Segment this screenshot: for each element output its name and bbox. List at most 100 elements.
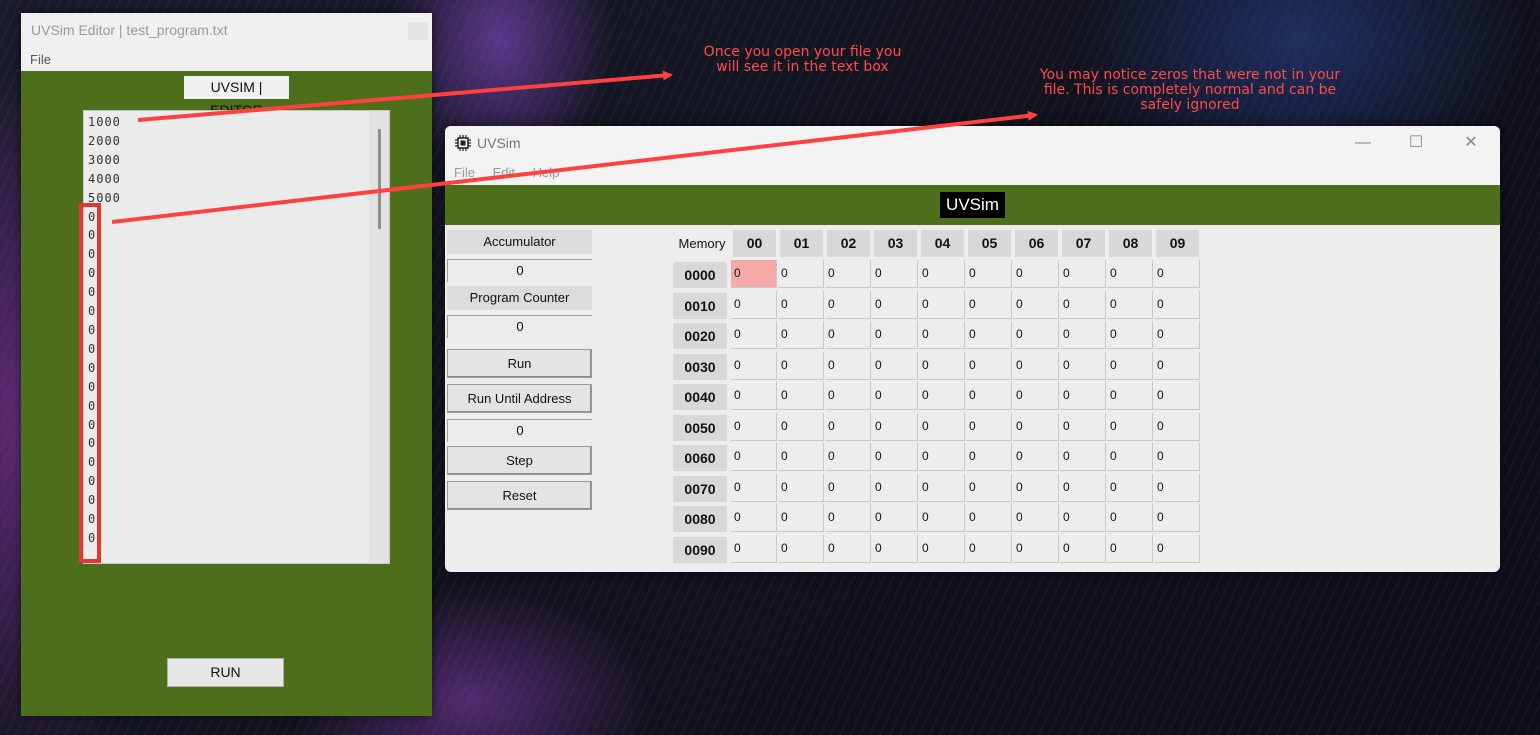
memory-cell[interactable]: 0 [872, 382, 918, 410]
memory-cell[interactable]: 0 [1107, 504, 1153, 532]
memory-cell[interactable]: 0 [731, 504, 777, 532]
memory-cell[interactable]: 0 [966, 504, 1012, 532]
editor-menu-file[interactable]: File [30, 52, 51, 67]
run-until-address-button[interactable]: Run Until Address [447, 384, 592, 413]
reset-button[interactable]: Reset [447, 481, 592, 510]
memory-cell[interactable]: 0 [1013, 412, 1059, 441]
memory-cell[interactable]: 0 [1107, 534, 1153, 563]
memory-cell[interactable]: 0 [825, 321, 871, 349]
memory-cell[interactable]: 0 [1107, 473, 1153, 502]
memory-cell[interactable]: 0 [919, 260, 965, 288]
memory-cell[interactable]: 0 [1107, 412, 1153, 441]
memory-cell[interactable]: 0 [825, 260, 871, 288]
memory-cell[interactable]: 0 [778, 534, 824, 563]
memory-cell[interactable]: 0 [825, 534, 871, 563]
memory-cell[interactable]: 0 [731, 443, 777, 471]
editor-scrollbar[interactable] [369, 111, 389, 563]
editor-scroll-thumb[interactable] [378, 129, 381, 229]
memory-cell[interactable]: 0 [872, 412, 918, 441]
memory-cell[interactable]: 0 [872, 321, 918, 349]
close-icon[interactable]: ✕ [1453, 132, 1489, 154]
memory-cell[interactable]: 0 [1013, 351, 1059, 380]
memory-cell[interactable]: 0 [966, 290, 1012, 319]
memory-cell[interactable]: 0 [1013, 260, 1059, 288]
editor-run-button[interactable]: RUN [167, 658, 284, 687]
memory-cell[interactable]: 0 [1154, 504, 1200, 532]
memory-cell[interactable]: 0 [1060, 260, 1106, 288]
memory-cell[interactable]: 0 [1154, 260, 1200, 288]
memory-cell[interactable]: 0 [778, 290, 824, 319]
run-until-address-input[interactable]: 0 [447, 419, 592, 442]
memory-cell[interactable]: 0 [825, 382, 871, 410]
memory-cell[interactable]: 0 [1107, 382, 1153, 410]
memory-cell[interactable]: 0 [1060, 321, 1106, 349]
memory-cell[interactable]: 0 [966, 382, 1012, 410]
memory-cell[interactable]: 0 [731, 412, 777, 441]
memory-cell[interactable]: 0 [1154, 321, 1200, 349]
memory-cell[interactable]: 0 [919, 473, 965, 502]
memory-cell[interactable]: 0 [966, 534, 1012, 563]
menu-file[interactable]: File [454, 165, 475, 180]
memory-cell[interactable]: 0 [872, 351, 918, 380]
memory-cell[interactable]: 0 [1060, 534, 1106, 563]
memory-cell[interactable]: 0 [778, 443, 824, 471]
memory-cell[interactable]: 0 [731, 260, 777, 288]
memory-cell[interactable]: 0 [825, 504, 871, 532]
memory-cell[interactable]: 0 [778, 473, 824, 502]
editor-text-box[interactable]: 1000 2000 3000 4000 5000 0 0 0 0 0 0 0 0 0 0 0 0 0 0 0 0 0 0 [83, 110, 390, 564]
memory-cell[interactable]: 0 [825, 290, 871, 319]
memory-cell[interactable]: 0 [825, 443, 871, 471]
memory-cell[interactable]: 0 [966, 473, 1012, 502]
memory-cell[interactable]: 0 [1107, 321, 1153, 349]
memory-cell[interactable]: 0 [1060, 473, 1106, 502]
memory-cell[interactable]: 0 [1013, 504, 1059, 532]
memory-cell[interactable]: 0 [731, 473, 777, 502]
memory-cell[interactable]: 0 [1013, 321, 1059, 349]
memory-cell[interactable]: 0 [1013, 534, 1059, 563]
memory-cell[interactable]: 0 [872, 504, 918, 532]
memory-cell[interactable]: 0 [1107, 290, 1153, 319]
memory-cell[interactable]: 0 [1013, 290, 1059, 319]
memory-cell[interactable]: 0 [1154, 290, 1200, 319]
maximize-icon[interactable]: ☐ [1398, 132, 1434, 154]
memory-cell[interactable]: 0 [919, 382, 965, 410]
memory-cell[interactable]: 0 [1060, 412, 1106, 441]
memory-cell[interactable]: 0 [825, 351, 871, 380]
menu-help[interactable]: Help [533, 165, 560, 180]
memory-cell[interactable]: 0 [1154, 351, 1200, 380]
memory-cell[interactable]: 0 [1060, 290, 1106, 319]
memory-cell[interactable]: 0 [731, 382, 777, 410]
memory-cell[interactable]: 0 [919, 351, 965, 380]
memory-cell[interactable]: 0 [778, 504, 824, 532]
memory-cell[interactable]: 0 [731, 290, 777, 319]
memory-cell[interactable]: 0 [1154, 443, 1200, 471]
memory-cell[interactable]: 0 [778, 351, 824, 380]
editor-close-button[interactable] [408, 22, 428, 40]
memory-cell[interactable]: 0 [778, 321, 824, 349]
memory-cell[interactable]: 0 [1013, 443, 1059, 471]
memory-cell[interactable]: 0 [919, 443, 965, 471]
memory-cell[interactable]: 0 [966, 260, 1012, 288]
memory-cell[interactable]: 0 [966, 412, 1012, 441]
memory-cell[interactable]: 0 [1013, 473, 1059, 502]
memory-cell[interactable]: 0 [1060, 351, 1106, 380]
memory-cell[interactable]: 0 [872, 534, 918, 563]
memory-cell[interactable]: 0 [919, 504, 965, 532]
memory-cell[interactable]: 0 [1107, 351, 1153, 380]
memory-cell[interactable]: 0 [731, 351, 777, 380]
memory-cell[interactable]: 0 [1060, 382, 1106, 410]
memory-cell[interactable]: 0 [1154, 473, 1200, 502]
memory-cell[interactable]: 0 [872, 290, 918, 319]
memory-cell[interactable]: 0 [731, 534, 777, 563]
memory-cell[interactable]: 0 [825, 412, 871, 441]
memory-cell[interactable]: 0 [919, 321, 965, 349]
memory-cell[interactable]: 0 [825, 473, 871, 502]
memory-cell[interactable]: 0 [778, 412, 824, 441]
memory-cell[interactable]: 0 [966, 443, 1012, 471]
run-button[interactable]: Run [447, 349, 592, 378]
memory-cell[interactable]: 0 [1107, 260, 1153, 288]
memory-cell[interactable]: 0 [872, 443, 918, 471]
memory-cell[interactable]: 0 [1154, 382, 1200, 410]
minimize-icon[interactable]: — [1345, 132, 1381, 154]
memory-cell[interactable]: 0 [1060, 504, 1106, 532]
